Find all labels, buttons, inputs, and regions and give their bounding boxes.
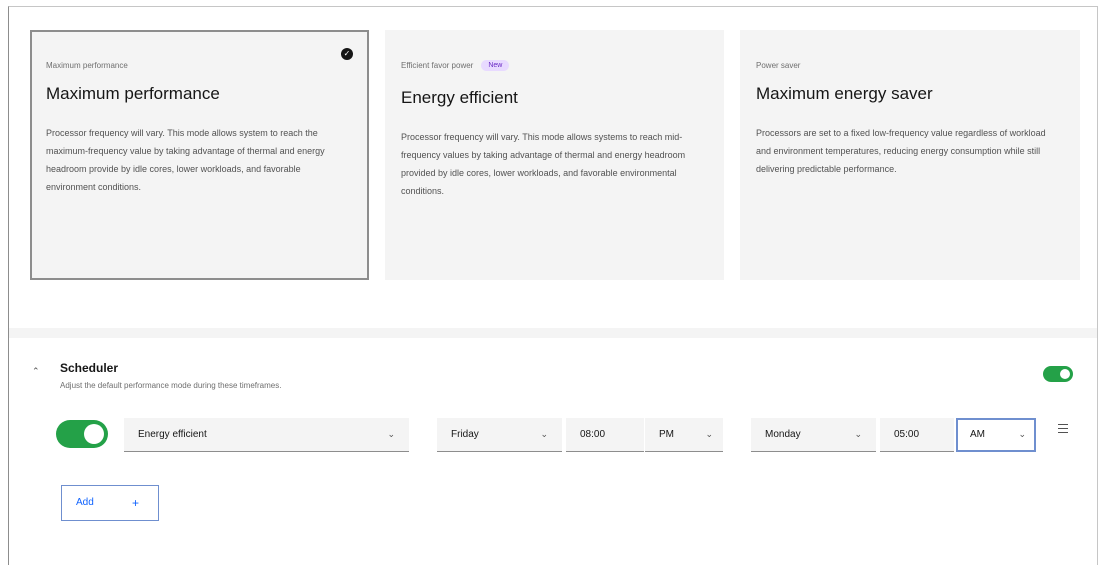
chevron-up-icon[interactable]: ⌃ — [32, 366, 40, 377]
overflow-menu-icon[interactable] — [1058, 424, 1068, 436]
mode-card-maximum-energy-saver[interactable]: Power saver Maximum energy saver Process… — [740, 30, 1080, 280]
start-day-select[interactable]: Friday ⌄ — [437, 418, 562, 452]
new-tag: New — [481, 59, 510, 71]
mode-card-energy-efficient[interactable]: Efficient favor power New Energy efficie… — [385, 30, 724, 280]
chevron-down-icon: ⌄ — [387, 429, 395, 439]
chevron-down-icon: ⌄ — [854, 429, 862, 439]
scheduler-toggle[interactable] — [1043, 366, 1073, 382]
end-day-select[interactable]: Monday ⌄ — [751, 418, 876, 452]
mode-card-title: Energy efficient — [401, 88, 518, 107]
mode-card-eyebrow: Power saver — [756, 60, 801, 70]
mode-card-title: Maximum performance — [46, 84, 220, 103]
start-day-value: Friday — [451, 429, 479, 440]
menu-bar — [1058, 424, 1068, 425]
toggle-knob — [1060, 369, 1070, 379]
mode-card-eyebrow: Efficient favor power — [401, 60, 474, 70]
mode-card-description: Processor frequency will vary. This mode… — [46, 128, 325, 192]
mode-select[interactable]: Energy efficient ⌄ — [124, 418, 409, 452]
mode-card-eyebrow-row: Efficient favor power New — [401, 58, 708, 72]
chevron-down-icon: ⌄ — [705, 429, 713, 439]
mode-card-title: Maximum energy saver — [756, 84, 933, 103]
menu-bar — [1058, 432, 1068, 433]
scheduler-description: Adjust the default performance mode duri… — [60, 381, 282, 390]
chevron-down-icon: ⌄ — [1018, 429, 1026, 439]
mode-card-eyebrow: Maximum performance — [46, 60, 128, 70]
start-time-value: 08:00 — [580, 429, 606, 440]
end-period-value: AM — [970, 429, 985, 440]
start-period-select[interactable]: PM ⌄ — [645, 418, 723, 452]
chevron-down-icon: ⌄ — [540, 429, 548, 439]
start-time-input[interactable]: 08:00 — [566, 418, 644, 452]
end-time-value: 05:00 — [894, 429, 920, 440]
schedule-row-toggle[interactable] — [56, 420, 108, 448]
end-period-select[interactable]: AM ⌄ — [956, 418, 1036, 452]
add-button-label: Add — [76, 497, 94, 508]
menu-bar — [1058, 428, 1068, 429]
start-period-value: PM — [659, 429, 674, 440]
add-button[interactable]: Add + — [61, 485, 159, 521]
mode-select-value: Energy efficient — [138, 429, 207, 440]
mode-card-description: Processors are set to a fixed low-freque… — [756, 128, 1046, 174]
end-day-value: Monday — [765, 429, 801, 440]
mode-card-description: Processor frequency will vary. This mode… — [401, 132, 686, 196]
end-time-input[interactable]: 05:00 — [880, 418, 954, 452]
toggle-knob — [84, 424, 104, 444]
checkmark-filled-icon: ✓ — [341, 48, 353, 60]
scheduler-title: Scheduler — [60, 361, 119, 375]
plus-icon: + — [132, 496, 140, 510]
section-divider — [9, 328, 1097, 338]
mode-card-maximum-performance[interactable]: ✓ Maximum performance Maximum performanc… — [30, 30, 369, 280]
